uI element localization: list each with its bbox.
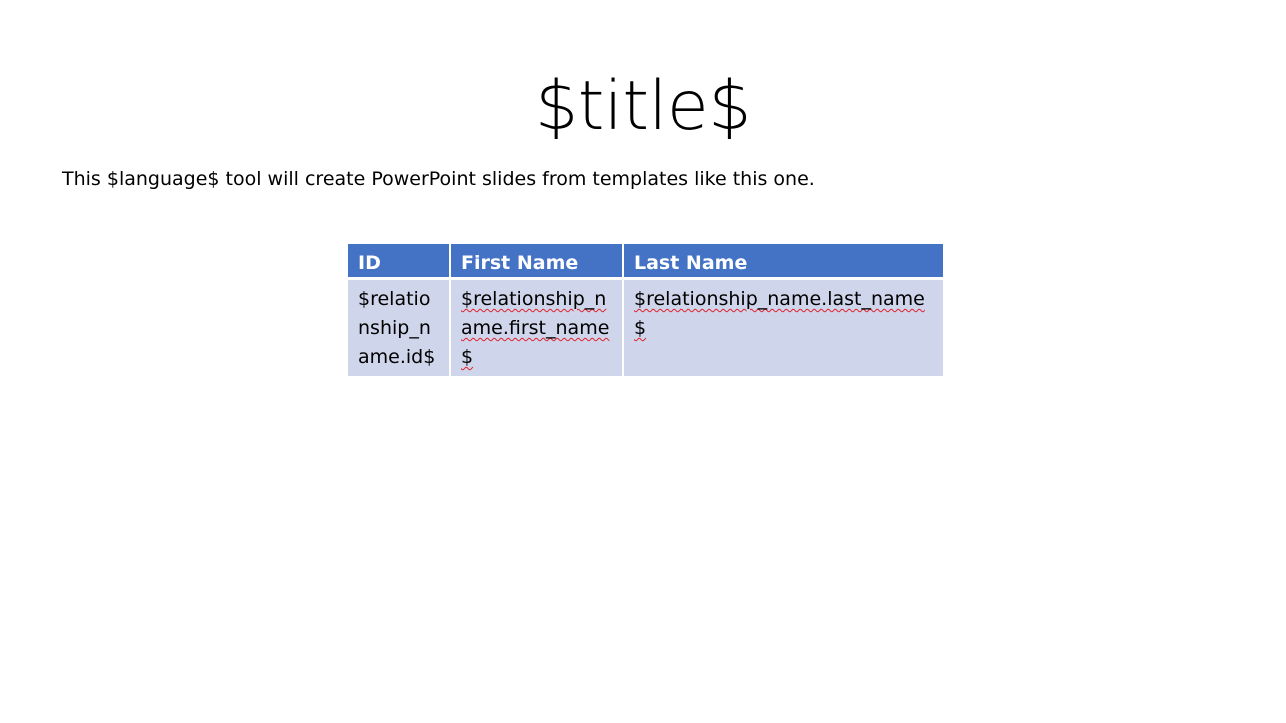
header-cell-last-name[interactable]: Last Name [622,242,945,280]
cell-id-placeholder[interactable]: $relationship_name.id$ [346,277,451,378]
cell-first-name-placeholder[interactable]: $relationship_name.first_name$ [449,277,624,378]
table-header-row: ID First Name Last Name [346,242,945,280]
slide-body-text[interactable]: This $language$ tool will create PowerPo… [62,165,815,193]
placeholder-table[interactable]: ID First Name Last Name $relationship_na… [346,242,945,378]
slide-title[interactable]: $title$ [0,62,1286,152]
header-cell-first-name[interactable]: First Name [449,242,624,280]
header-cell-id[interactable]: ID [346,242,451,280]
spellcheck-flagged-text: $relationship_name.last_name$ [634,288,925,339]
cell-last-name-placeholder[interactable]: $relationship_name.last_name$ [622,277,945,378]
table-row: $relationship_name.id$ $relationship_nam… [346,277,945,378]
spellcheck-flagged-text: $relationship_name.first_name$ [461,288,610,368]
slide-canvas: $title$ This $language$ tool will create… [0,0,1286,723]
